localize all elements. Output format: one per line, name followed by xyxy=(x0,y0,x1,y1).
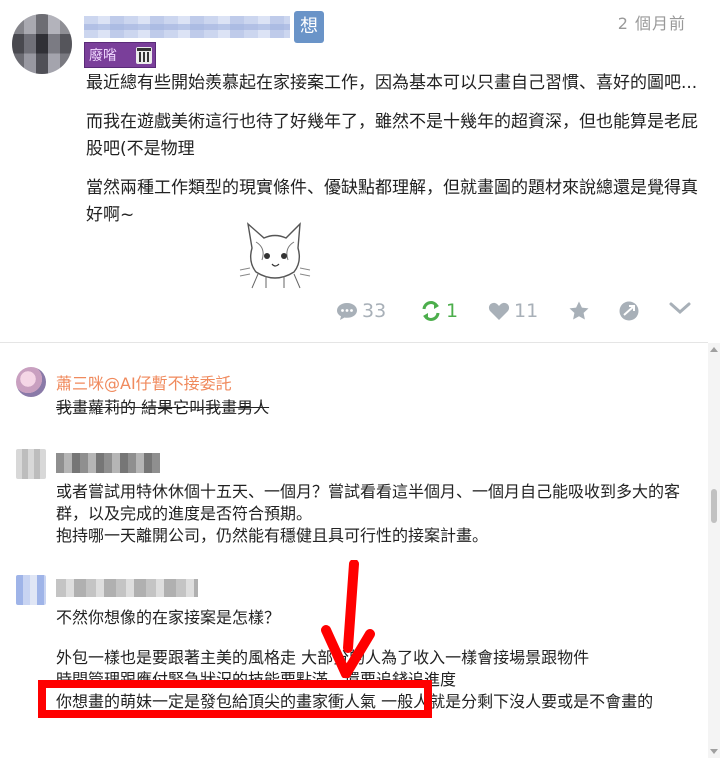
comment-body: 或者嘗試用特休休個十五天、一個月？嘗試看看這半個月、一個月自己能吸收到多大的客群… xyxy=(56,481,696,559)
comment-count: 33 xyxy=(362,300,387,322)
title-badge-text: 廢㗂 xyxy=(89,48,117,64)
red-highlight-box xyxy=(38,680,432,718)
more-options-button[interactable] xyxy=(668,300,692,316)
bookmark-button[interactable] xyxy=(568,300,590,322)
comment-line: 我畫蘿莉的 結果它叫我畫男人 xyxy=(56,398,270,417)
trash-icon xyxy=(136,47,152,64)
post-action-bar: 33 1 11 xyxy=(0,296,708,332)
author-name-blurred[interactable] xyxy=(84,16,290,38)
repost-icon xyxy=(422,301,440,321)
comment-avatar[interactable] xyxy=(16,575,46,605)
comment-avatar[interactable] xyxy=(16,449,46,479)
comment-author-blurred[interactable] xyxy=(56,453,160,473)
repost-button[interactable]: 1 xyxy=(420,300,458,322)
post-paragraph: 當然兩種工作類型的現實條件、優缺點都理解，但就畫圖的題材來說總還是覺得真好啊~ xyxy=(86,178,698,225)
red-arrow-annotation-icon xyxy=(321,560,375,678)
comment-scrollbar[interactable] xyxy=(708,343,720,758)
comment-author[interactable]: 蕭三咪@AI仔暫不接委託 xyxy=(56,370,232,394)
share-button[interactable] xyxy=(618,300,640,322)
comment-body: 我畫蘿莉的 結果它叫我畫男人 xyxy=(56,397,696,431)
repost-count: 1 xyxy=(446,300,459,322)
post-content: 最近總有些開始羨慕起在家接案工作，因為基本可以只畫自己習慣、喜好的圖吧... 而… xyxy=(86,70,698,241)
post-paragraph: 最近總有些開始羨慕起在家接案工作，因為基本可以只畫自己習慣、喜好的圖吧... xyxy=(86,73,698,93)
post-type-tag[interactable]: 想 xyxy=(294,11,324,43)
main-post: 想 2 個月前 廢㗂 最近總有些開始羨慕起在家接案工作，因為基本可以只畫自己習慣… xyxy=(0,0,708,343)
comment-icon xyxy=(337,303,357,320)
comment-button[interactable]: 33 xyxy=(336,300,386,322)
scroll-down-icon[interactable] xyxy=(710,749,718,754)
post-paragraph: 而我在遊戲美術這行也待了好幾年了，雖然不是十幾年的超資深，但也能算是老屁股吧(不… xyxy=(86,112,698,159)
author-title-badge: 廢㗂 xyxy=(84,42,156,68)
cat-girl-sticker-icon xyxy=(239,222,311,289)
post-time[interactable]: 2 個月前 xyxy=(618,10,686,34)
scroll-up-icon[interactable] xyxy=(710,347,718,352)
scroll-thumb[interactable] xyxy=(711,489,717,523)
comment-line: 或者嘗試用特休休個十五天、一個月？嘗試看看這半個月、一個月自己能吸收到多大的客群… xyxy=(56,482,681,523)
heart-icon xyxy=(488,302,510,320)
like-button[interactable]: 11 xyxy=(488,300,538,322)
comment-avatar[interactable] xyxy=(16,367,46,397)
chevron-down-icon xyxy=(669,302,691,315)
comment-line: 抱持哪一天離開公司，仍然能有穩健且具可行性的接案計畫。 xyxy=(56,526,489,545)
star-icon xyxy=(569,301,589,320)
comment-author-blurred[interactable] xyxy=(56,579,198,597)
like-count: 11 xyxy=(514,300,539,322)
share-icon xyxy=(619,301,639,321)
author-avatar[interactable] xyxy=(12,14,72,74)
